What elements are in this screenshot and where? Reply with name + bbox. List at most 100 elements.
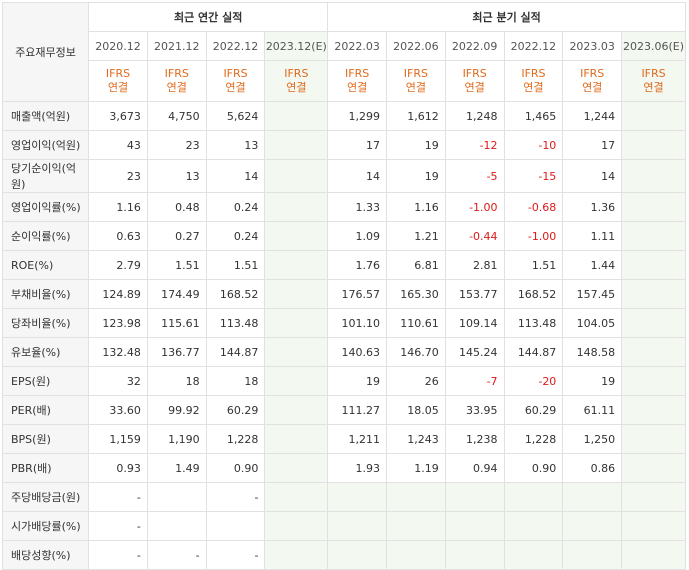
value-cell: 0.48 (146, 192, 207, 222)
row-label: 순이익률(%) (1, 221, 90, 251)
ifrs-label: IFRS 연결 (503, 60, 564, 102)
ifrs-label: IFRS 연결 (88, 60, 148, 102)
value-cell (621, 130, 686, 160)
value-cell: 132.48 (88, 337, 148, 367)
ifrs-line2: 연결 (523, 81, 544, 94)
row-label: ROE(%) (1, 250, 90, 280)
row-label: 유보율(%) (1, 337, 90, 367)
value-cell: 1,211 (327, 424, 388, 454)
value-cell: 1.21 (386, 221, 446, 251)
value-cell (146, 482, 207, 512)
annual-header: 최근 연간 실적 (88, 2, 329, 32)
value-cell (562, 482, 623, 512)
period-header: 2022.12 (205, 31, 266, 61)
ifrs-line2: 연결 (107, 81, 129, 94)
value-cell (621, 511, 686, 541)
value-cell: 18 (205, 366, 266, 396)
period-header: 2023.03 (562, 31, 623, 61)
value-cell: 136.77 (146, 337, 207, 367)
value-cell: 18 (146, 366, 207, 396)
ifrs-line1: IFRS (345, 67, 370, 80)
ifrs-line2: 연결 (405, 81, 427, 94)
ifrs-line2: 연결 (286, 81, 307, 94)
ifrs-line1: IFRS (521, 67, 546, 80)
value-cell: 17 (327, 130, 388, 160)
value-cell: 1,159 (88, 424, 148, 454)
value-cell: 124.89 (88, 279, 148, 309)
value-cell: 144.87 (205, 337, 266, 367)
value-cell: 19 (327, 366, 388, 396)
value-cell (264, 130, 329, 160)
value-cell: 1.36 (562, 192, 623, 222)
value-cell: 0.94 (444, 453, 505, 483)
value-cell: 1,465 (503, 101, 564, 131)
value-cell (264, 101, 329, 131)
value-cell (621, 540, 686, 570)
value-cell: 99.92 (146, 395, 207, 425)
value-cell (386, 482, 446, 512)
ifrs-line2: 연결 (643, 81, 664, 94)
value-cell (562, 540, 623, 570)
value-cell (621, 308, 686, 338)
ifrs-label: IFRS 연결 (327, 60, 388, 102)
value-cell: 1,238 (444, 424, 505, 454)
value-cell: 1.16 (386, 192, 446, 222)
value-cell: 0.63 (88, 221, 148, 251)
value-cell: 1.11 (562, 221, 623, 251)
table-row: PBR(배) 0.93 1.49 0.90 1.93 1.19 0.94 0.90 0.86 (1, 453, 686, 483)
ifrs-line2: 연결 (582, 81, 603, 94)
value-cell: 145.24 (444, 337, 505, 367)
value-cell: 1.51 (205, 250, 266, 280)
value-cell: 23 (146, 130, 207, 160)
value-cell: 13 (146, 159, 207, 193)
table-row: ROE(%) 2.79 1.51 1.51 1.76 6.81 2.81 1.51 1.44 (1, 250, 686, 280)
value-cell: 1.93 (327, 453, 388, 483)
value-cell: 115.61 (146, 308, 207, 338)
table-row: 순이익률(%) 0.63 0.27 0.24 1.09 1.21 -0.44 -1.00 1.1… (1, 221, 686, 251)
value-cell: 1,244 (562, 101, 623, 131)
value-cell: 123.98 (88, 308, 148, 338)
row-label: 당기순이익(억원) (1, 159, 90, 193)
value-cell: 101.10 (327, 308, 388, 338)
row-label: 영업이익률(%) (1, 192, 90, 222)
value-cell: - (205, 540, 266, 570)
value-cell: 17 (562, 130, 623, 160)
row-label: 주당배당금(원) (1, 482, 90, 512)
value-cell: 1,190 (146, 424, 207, 454)
value-cell (444, 511, 505, 541)
ifrs-line1: IFRS (164, 67, 189, 80)
value-cell: 1.16 (88, 192, 148, 222)
value-cell (503, 482, 564, 512)
value-cell: - (88, 482, 148, 512)
value-cell (264, 221, 329, 251)
value-cell: 26 (386, 366, 446, 396)
value-cell: -15 (503, 159, 564, 193)
period-header: 2022.09 (444, 31, 505, 61)
value-cell (503, 540, 564, 570)
value-cell: 174.49 (146, 279, 207, 309)
table-row: 유보율(%) 132.48 136.77 144.87 140.63 146.70 145.… (1, 337, 686, 367)
value-cell: 0.27 (146, 221, 207, 251)
value-cell (327, 482, 388, 512)
value-cell: 109.14 (444, 308, 505, 338)
row-label: EPS(원) (1, 366, 90, 396)
value-cell: - (146, 540, 207, 570)
ifrs-label: IFRS 연결 (146, 60, 207, 102)
value-cell: 0.93 (88, 453, 148, 483)
value-cell: -1.00 (503, 221, 564, 251)
value-cell: 60.29 (503, 395, 564, 425)
period-header: 2022.12 (503, 31, 564, 61)
value-cell: 110.61 (386, 308, 446, 338)
value-cell (264, 424, 329, 454)
value-cell (264, 366, 329, 396)
table-row: 영업이익률(%) 1.16 0.48 0.24 1.33 1.16 -1.00 -0.68 1.… (1, 192, 686, 222)
value-cell: 1.33 (327, 192, 388, 222)
value-cell (264, 279, 329, 309)
value-cell: - (88, 540, 148, 570)
value-cell (386, 511, 446, 541)
value-cell: 176.57 (327, 279, 388, 309)
value-cell (264, 192, 329, 222)
value-cell: 19 (386, 159, 446, 193)
value-cell: 168.52 (205, 279, 266, 309)
value-cell (621, 424, 686, 454)
